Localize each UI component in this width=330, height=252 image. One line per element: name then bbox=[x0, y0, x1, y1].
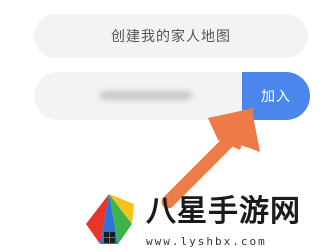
watermark: 八星手游网 www.lyshbx.com bbox=[76, 190, 330, 252]
watermark-title: 八星手游网 bbox=[146, 194, 301, 229]
join-button[interactable]: 加入 bbox=[242, 72, 310, 120]
screen: 创建我的家人地图 加入 八星手游网 www.lyshbx.com bbox=[0, 0, 330, 252]
create-family-map-button[interactable]: 创建我的家人地图 bbox=[34, 14, 308, 58]
join-button-label: 加入 bbox=[261, 89, 291, 105]
watermark-url: www.lyshbx.com bbox=[146, 235, 267, 248]
blurred-invite-code bbox=[100, 91, 192, 100]
join-row: 加入 bbox=[34, 72, 310, 120]
site-logo-icon bbox=[86, 194, 134, 244]
create-family-map-label: 创建我的家人地图 bbox=[111, 29, 231, 45]
